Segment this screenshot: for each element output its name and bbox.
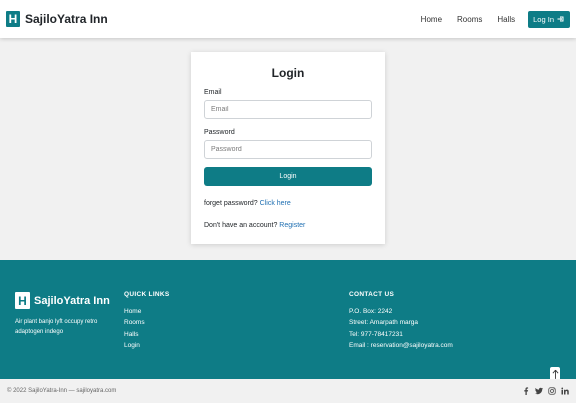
register-link[interactable]: Register [279,222,305,229]
copyright-text: © 2022 SajiloYatra-Inn — sajiloyatra.com [7,388,117,394]
bottom-bar: © 2022 SajiloYatra-Inn — sajiloyatra.com [0,379,576,403]
quick-links-column: QUICK LINKS Home Rooms Halls Login [124,291,170,351]
contact-title: CONTACT US [349,291,395,298]
footer-brand-name: SajiloYatra Inn [34,294,110,307]
forgot-password-text: forget password? [204,200,258,207]
forgot-password-row: forget password? Click here [204,200,372,207]
footer-link-rooms[interactable]: Rooms [124,317,170,328]
instagram-icon[interactable] [548,387,556,395]
register-row: Don't have an account? Register [204,222,372,229]
contact-street: Street: Amarpath marga [349,319,419,327]
social-links [522,387,569,395]
login-submit-button[interactable]: Login [204,167,372,186]
navbar: H SajiloYatra Inn Home Rooms Halls Log I… [0,0,576,38]
nav-login-button[interactable]: Log In [528,10,570,28]
email-label: Email [204,89,222,96]
quick-links-title: QUICK LINKS [124,291,170,298]
email-input[interactable] [204,100,372,119]
nav-rooms[interactable]: Rooms [457,15,482,24]
footer: H SajiloYatra Inn Air plant banjo lyft o… [0,260,576,379]
nav-login-label: Log In [533,14,554,24]
contact-tel: Tel: 977-78417231 [349,330,403,338]
register-text: Don't have an account? [204,222,278,229]
brand[interactable]: H SajiloYatra Inn [6,11,108,27]
password-input[interactable] [204,140,372,159]
footer-logo-icon: H [15,292,30,309]
contact-po-box: P.O. Box: 2242 [349,308,393,315]
linkedin-icon[interactable] [561,387,569,395]
login-card: Login Email Password Login forget passwo… [191,52,385,244]
contact-column: CONTACT US P.O. Box: 2242 Street: Amarpa… [349,291,453,351]
twitter-icon[interactable] [535,387,543,395]
nav-halls[interactable]: Halls [497,15,515,24]
hotel-logo-icon: H [6,11,20,27]
password-label: Password [204,129,235,136]
sign-in-icon [557,16,564,22]
footer-link-home[interactable]: Home [124,306,170,317]
footer-brand[interactable]: H SajiloYatra Inn [15,292,110,309]
nav-links: Home Rooms Halls Log In [406,10,570,28]
footer-link-halls[interactable]: Halls [124,329,170,340]
login-title: Login [271,66,305,80]
forgot-password-link[interactable]: Click here [260,200,291,207]
footer-link-login[interactable]: Login [124,340,170,351]
contact-email: Email : reservation@sajiloyatra.com [349,341,453,349]
facebook-icon[interactable] [522,387,530,395]
footer-tagline: Air plant banjo lyft occupy retro adapto… [15,319,98,335]
brand-name: SajiloYatra Inn [25,12,108,26]
nav-home[interactable]: Home [421,15,442,24]
